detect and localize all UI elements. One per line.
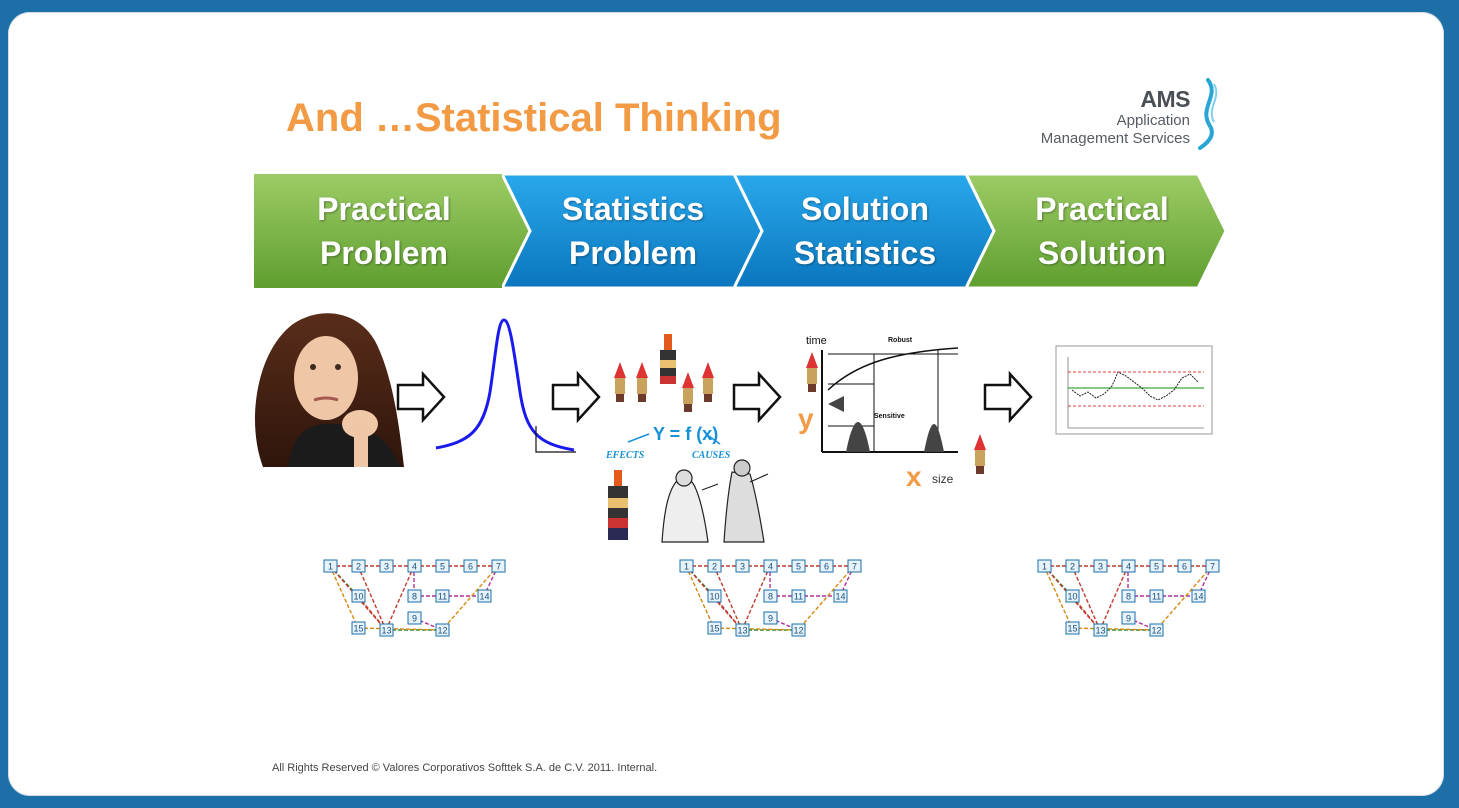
network-node-label: 13 xyxy=(1095,626,1105,636)
network-node-label: 10 xyxy=(353,592,363,602)
network-node-label: 14 xyxy=(1193,592,1203,602)
network-node-label: 1 xyxy=(328,562,333,572)
flow-arrow-icon xyxy=(983,370,1033,424)
network-node-label: 9 xyxy=(768,614,773,624)
flow-arrow-icon xyxy=(551,370,601,424)
robustness-graph: time Robust Sensitive y x size xyxy=(798,335,959,492)
network-node-label: 13 xyxy=(381,626,391,636)
equation-block: Y = f (x) EFECTS CAUSES xyxy=(605,424,731,461)
network-node-label: 3 xyxy=(384,562,389,572)
network-node-label: 1 xyxy=(1042,562,1047,572)
flow-arrow-icon xyxy=(396,370,446,424)
network-node-label: 9 xyxy=(1126,614,1131,624)
graph-y-label: y xyxy=(798,403,814,434)
network-node-label: 6 xyxy=(468,562,473,572)
network-node-label: 12 xyxy=(1151,626,1161,636)
copyright-footer: All Rights Reserved © Valores Corporativ… xyxy=(272,762,658,774)
network-node-label: 15 xyxy=(709,624,719,634)
network-node-label: 12 xyxy=(793,626,803,636)
network-node-label: 12 xyxy=(437,626,447,636)
graph-robust-label: Robust xyxy=(888,337,913,344)
network-node-label: 11 xyxy=(794,592,803,602)
network-node-label: 4 xyxy=(1126,562,1131,572)
network-node-label: 7 xyxy=(1210,562,1215,572)
network-node-label: 15 xyxy=(353,624,363,634)
illustration-layer: Y = f (x) EFECTS CAUSES time Robust Sens… xyxy=(226,313,1220,637)
network-node-label: 7 xyxy=(852,562,857,572)
network-node-label: 11 xyxy=(438,592,447,602)
network-node-label: 4 xyxy=(412,562,417,572)
two-figures-sketch xyxy=(661,459,769,543)
task-network-diagram: 1 2 3 4 5 6 78910 1112131415 xyxy=(323,559,506,637)
step-label: Practical Problem xyxy=(317,191,451,271)
graph-x-label: x xyxy=(906,461,922,492)
network-node-label: 1 xyxy=(684,562,689,572)
network-node-label: 14 xyxy=(479,592,489,602)
network-node-label: 14 xyxy=(835,592,845,602)
step-label: Practical Solution xyxy=(1035,191,1169,271)
network-node-label: 3 xyxy=(1098,562,1103,572)
network-node-label: 9 xyxy=(412,614,417,624)
network-node-label: 5 xyxy=(1154,562,1159,572)
network-node-label: 2 xyxy=(712,562,717,572)
slide: And …Statistical Thinking AMS Applicatio… xyxy=(8,12,1444,796)
network-node-label: 3 xyxy=(740,562,745,572)
effects-label: EFECTS xyxy=(605,450,645,461)
network-node-label: 15 xyxy=(1067,624,1077,634)
network-node-label: 11 xyxy=(1152,592,1161,602)
graph-size-label: size xyxy=(932,472,954,486)
network-node-label: 10 xyxy=(1067,592,1077,602)
network-node-label: 8 xyxy=(412,592,417,602)
network-node-label: 8 xyxy=(1126,592,1131,602)
network-node-label: 8 xyxy=(768,592,773,602)
network-node-label: 5 xyxy=(440,562,445,572)
network-node-label: 13 xyxy=(737,626,747,636)
causes-label: CAUSES xyxy=(692,450,731,461)
step-label: Statistics Problem xyxy=(561,191,705,271)
graph-time-label: time xyxy=(806,335,827,347)
network-node-label: 6 xyxy=(1182,562,1187,572)
thinking-woman-image xyxy=(226,313,404,468)
step-label: Solution Statistics xyxy=(793,191,937,271)
network-node-label: 10 xyxy=(709,592,719,602)
network-node-label: 5 xyxy=(796,562,801,572)
network-node-label: 2 xyxy=(1070,562,1075,572)
flow-arrow-icon xyxy=(732,370,782,424)
graph-sensitive-label: Sensitive xyxy=(874,413,905,420)
network-node-label: 6 xyxy=(824,562,829,572)
network-node-label: 2 xyxy=(356,562,361,572)
network-node-label: 4 xyxy=(768,562,773,572)
task-network-diagram: 1 2 3 4 5 6 78910 1112131415 xyxy=(1037,559,1220,637)
equation-text: Y = f (x) xyxy=(653,424,718,444)
control-chart xyxy=(1055,345,1213,435)
network-node-label: 7 xyxy=(496,562,501,572)
task-network-diagram: 1 2 3 4 5 6 78910 1112131415 xyxy=(679,559,862,637)
